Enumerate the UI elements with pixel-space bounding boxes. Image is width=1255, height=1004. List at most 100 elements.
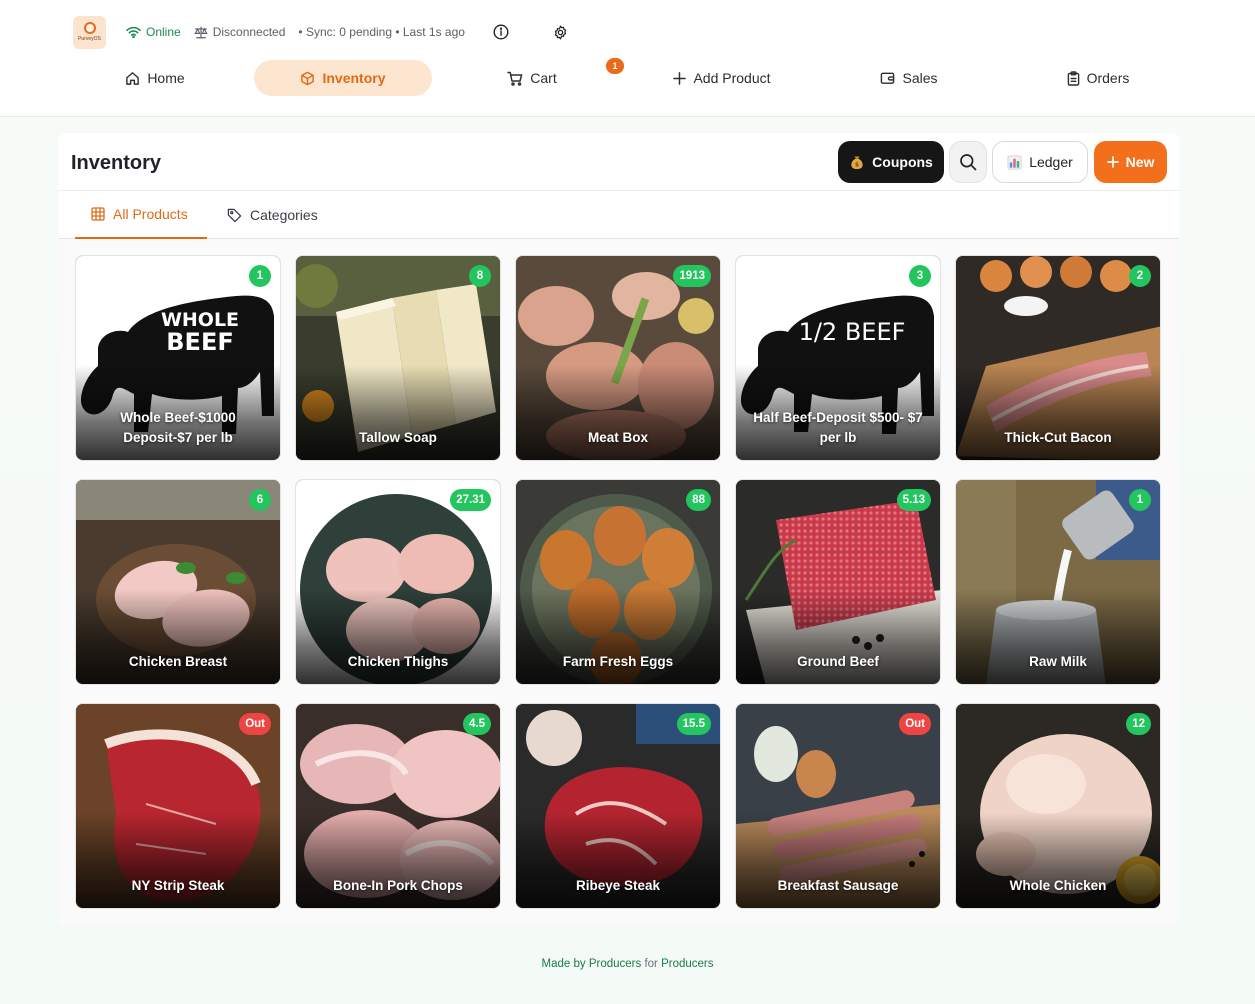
bar-chart-icon <box>1007 155 1022 170</box>
stock-badge: 1 <box>249 265 271 287</box>
stock-badge: 5.13 <box>896 489 931 511</box>
coupons-label: Coupons <box>872 154 933 170</box>
stock-badge: 8 <box>469 265 491 287</box>
nav-cart-label: Cart <box>530 70 557 86</box>
top-bar: PurveyOS Online Disconnected • Sync: 0 p… <box>0 0 1255 117</box>
page-title: Inventory <box>71 152 162 174</box>
stock-badge: 6 <box>249 489 271 511</box>
nav-cart[interactable]: Cart <box>494 60 570 96</box>
online-status: Online <box>126 25 181 39</box>
product-card[interactable]: Out NY Strip Steak <box>75 703 281 909</box>
product-name: Thick-Cut Bacon <box>1004 430 1112 445</box>
stock-badge: Out <box>899 713 931 735</box>
nav-home[interactable]: Home <box>112 60 198 96</box>
product-card[interactable]: 15.5 Ribeye Steak <box>515 703 721 909</box>
nav-add-product-label: Add Product <box>693 70 771 86</box>
stock-badge: 88 <box>686 489 711 511</box>
stock-badge: 1913 <box>673 265 711 287</box>
settings-button[interactable] <box>553 25 568 40</box>
info-button[interactable] <box>493 24 509 40</box>
stock-badge: 3 <box>909 265 931 287</box>
product-name: Raw Milk <box>1029 654 1087 669</box>
footer-for: for <box>644 958 658 970</box>
cart-icon <box>507 71 523 86</box>
sync-status: • Sync: 0 pending • Last 1s ago <box>298 25 465 39</box>
scale-label: Disconnected <box>212 25 286 39</box>
tab-categories-label: Categories <box>250 207 318 223</box>
wallet-icon <box>881 72 895 84</box>
footer-producers-link[interactable]: Producers <box>589 958 641 970</box>
stock-badge: 27.31 <box>450 489 491 511</box>
product-name: Chicken Breast <box>128 654 228 669</box>
product-name: Ground Beef <box>797 654 879 669</box>
stock-badge: Out <box>239 713 271 735</box>
product-card[interactable]: 6 Chicken Breast <box>75 479 281 685</box>
svg-text:$: $ <box>855 162 859 169</box>
whole-beef-art-text-2: BEEF <box>166 328 233 356</box>
product-card[interactable]: 1 Raw Milk <box>955 479 1161 685</box>
nav-add-product[interactable]: Add Product <box>660 60 784 96</box>
product-card[interactable]: Out Breakfast Sausage <box>735 703 941 909</box>
stock-badge: 2 <box>1129 265 1151 287</box>
ledger-button[interactable]: Ledger <box>992 141 1088 183</box>
product-name: Meat Box <box>587 430 648 445</box>
product-card[interactable]: 27.31 Chicken Thighs <box>295 479 501 685</box>
info-icon <box>493 24 509 40</box>
nav-inventory[interactable]: Inventory <box>254 60 432 96</box>
tab-categories[interactable]: Categories <box>227 191 318 239</box>
stock-badge: 15.5 <box>676 713 711 735</box>
product-card[interactable]: 5.13 Ground Beef <box>735 479 941 685</box>
nav-sales[interactable]: Sales <box>868 60 950 96</box>
online-label: Online <box>146 25 181 39</box>
half-beef-art-text: 1/2 BEEF <box>799 318 906 346</box>
footer: Made by Producers for Producers <box>0 958 1255 970</box>
product-name: Breakfast Sausage <box>777 878 899 893</box>
product-card[interactable]: WHOLE BEEF 1 Whole Beef-$1000 Deposit-$7… <box>75 255 281 461</box>
product-card[interactable]: 12 Whole Chicken <box>955 703 1161 909</box>
new-label: New <box>1125 154 1155 170</box>
money-bag-icon: $ <box>849 154 865 170</box>
product-card[interactable]: 88 Farm Fresh Eggs <box>515 479 721 685</box>
plus-icon <box>673 71 687 85</box>
product-card[interactable]: 1/2 BEEF 3 Half Beef-Deposit $500- $7 pe… <box>735 255 941 461</box>
inventory-tabs: All Products Categories <box>59 191 1179 239</box>
footer-producers-link-2[interactable]: Producers <box>661 958 713 970</box>
main-nav: Home Inventory Cart 1 Add Product Sales … <box>0 58 1255 96</box>
tab-all-products[interactable]: All Products <box>75 191 207 239</box>
app-logo[interactable]: PurveyOS <box>73 15 106 49</box>
search-button[interactable] <box>949 141 987 183</box>
nav-sales-label: Sales <box>902 70 938 86</box>
product-name: Whole Beef-$1000 Deposit-$7 per lb <box>120 410 236 445</box>
stock-badge: 4.5 <box>463 713 491 735</box>
product-name: Half Beef-Deposit $500- $7 per lb <box>753 410 923 445</box>
product-name: Bone-In Pork Chops <box>333 878 463 893</box>
product-name: Ribeye Steak <box>575 878 661 893</box>
box-icon <box>301 71 315 85</box>
wifi-icon <box>126 26 141 38</box>
home-icon <box>126 71 140 85</box>
ledger-label: Ledger <box>1029 154 1073 170</box>
cart-count-badge: 1 <box>606 58 624 74</box>
plus-icon <box>1106 156 1119 168</box>
product-name: NY Strip Steak <box>131 878 225 893</box>
product-card[interactable]: 1913 Meat Box <box>515 255 721 461</box>
coupons-button[interactable]: $ Coupons <box>838 141 944 183</box>
search-icon <box>960 154 977 171</box>
product-name: Whole Chicken <box>1009 878 1107 893</box>
inventory-panel: Inventory $ Coupons Ledger New All Produ… <box>59 133 1179 925</box>
nav-orders[interactable]: Orders <box>1054 60 1142 96</box>
nav-inventory-label: Inventory <box>322 70 386 86</box>
product-name: Tallow Soap <box>359 430 437 445</box>
gear-icon <box>554 25 567 39</box>
new-product-button[interactable]: New <box>1094 141 1167 183</box>
product-name: Farm Fresh Eggs <box>562 654 674 669</box>
tab-all-products-label: All Products <box>113 206 188 222</box>
product-card[interactable]: 8 Tallow Soap <box>295 255 501 461</box>
nav-home-label: Home <box>147 70 185 86</box>
grid-icon <box>91 207 105 221</box>
nav-orders-label: Orders <box>1086 70 1130 86</box>
product-name: Chicken Thighs <box>347 654 449 669</box>
product-card[interactable]: 4.5 Bone-In Pork Chops <box>295 703 501 909</box>
scale-icon <box>194 26 208 38</box>
product-card[interactable]: 2 Thick-Cut Bacon <box>955 255 1161 461</box>
